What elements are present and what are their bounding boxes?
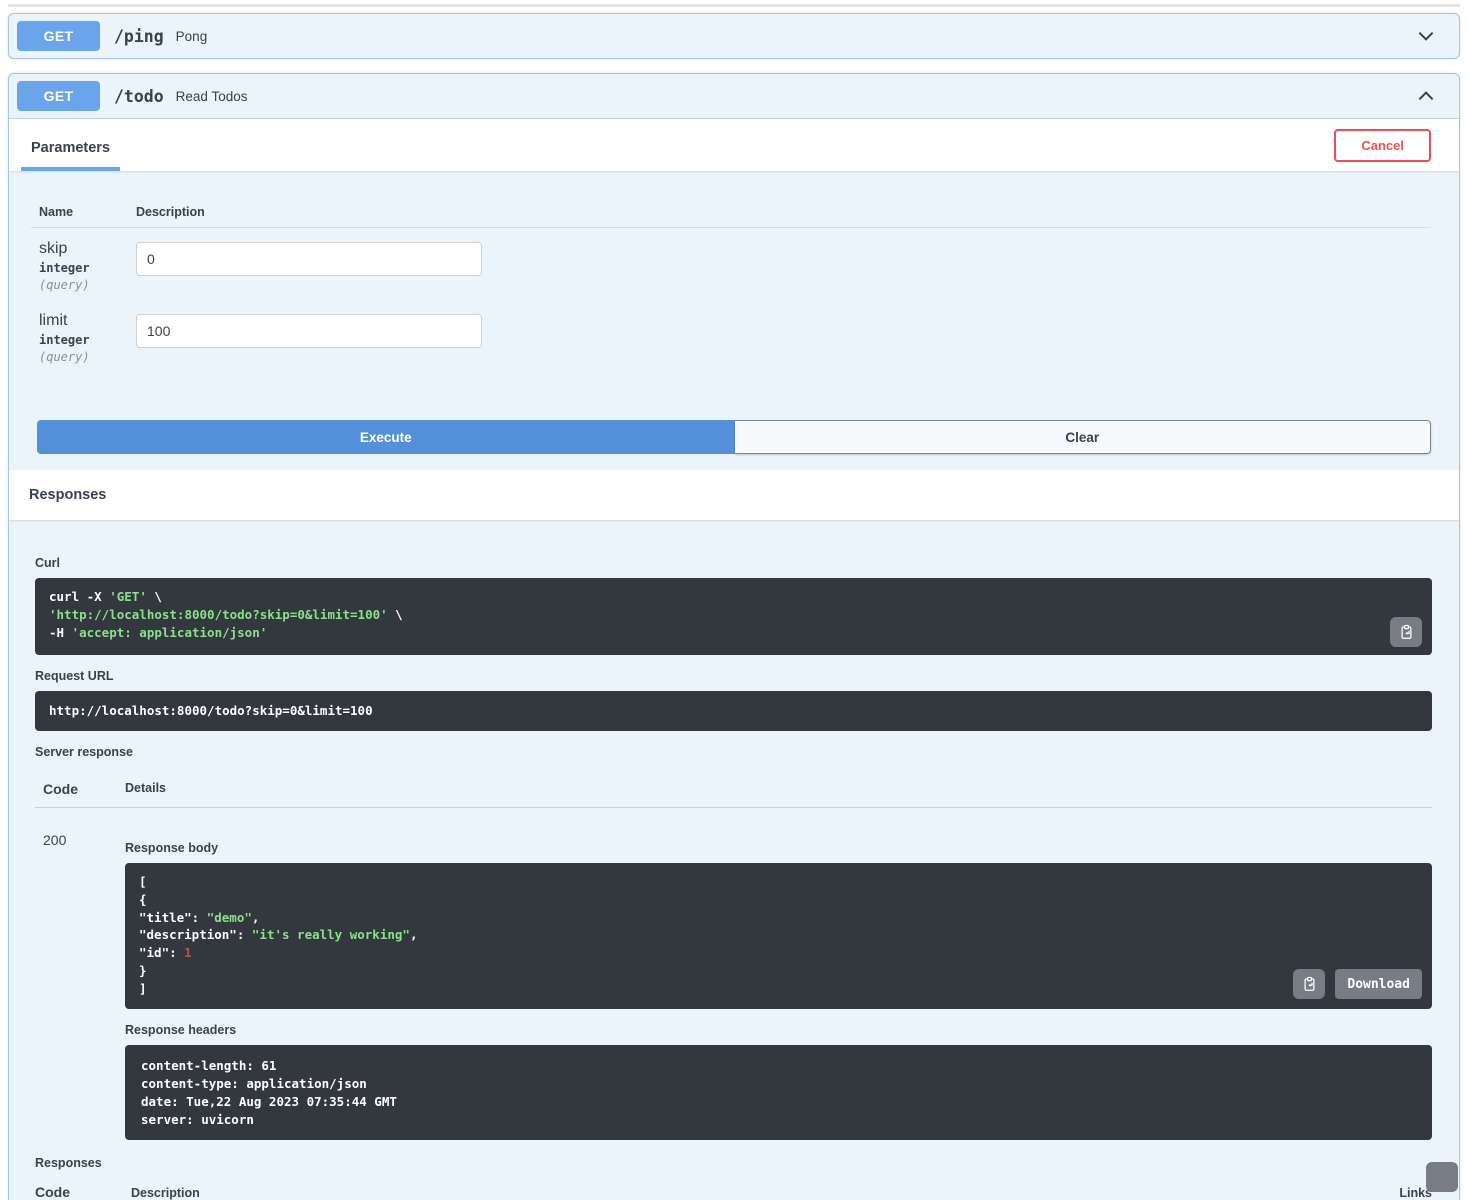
responses-title: Responses	[29, 487, 107, 503]
limit-input[interactable]	[136, 314, 482, 348]
param-row-limit: limit integer (query)	[31, 300, 1431, 364]
parameters-table: Name Description skip integer (query) li…	[9, 171, 1459, 364]
section-divider	[8, 4, 1460, 7]
curl-code-block: curl -X 'GET' \ 'http://localhost:8000/t…	[35, 578, 1432, 656]
response-body-label: Response body	[125, 841, 219, 855]
opblock-body: Parameters Cancel Name Description skip …	[9, 119, 1459, 1200]
opblock-todo-summary[interactable]: GET /todo Read Todos	[9, 74, 1459, 119]
responses-table-title: Responses	[35, 1156, 102, 1171]
request-url-label: Request URL	[35, 669, 114, 684]
request-url-value: http://localhost:8000/todo?skip=0&limit=…	[35, 691, 1432, 731]
name-column-header: Name	[39, 205, 74, 219]
response-body-actions: Download	[1293, 969, 1422, 1000]
opblock-ping: GET /ping Pong	[8, 13, 1460, 59]
server-response-row: 200 Response body [ { "title": "demo", "…	[35, 808, 1432, 1141]
execute-wrapper: Execute Clear	[37, 420, 1431, 454]
opblock-todo: GET /todo Read Todos Parameters Cancel N…	[8, 73, 1460, 1200]
documented-responses-table: Responses Code Description Links 200 Suc…	[35, 1156, 1432, 1200]
curl-label: Curl	[35, 556, 60, 570]
param-name: limit	[39, 312, 68, 329]
endpoint-summary: Read Todos	[175, 88, 248, 104]
status-code: 200	[43, 832, 67, 848]
server-response-label: Server response	[35, 745, 133, 759]
server-response-table-header: Code Details	[35, 767, 1432, 808]
code-column-header: Code	[35, 1184, 70, 1200]
clipboard-icon	[1304, 977, 1315, 992]
code-column-header: Code	[43, 781, 78, 797]
download-button[interactable]: Download	[1335, 969, 1422, 1000]
copy-to-clipboard-button[interactable]	[1293, 969, 1326, 1000]
method-badge-get: GET	[17, 21, 100, 51]
copy-to-clipboard-button[interactable]	[1390, 617, 1422, 648]
description-column-header: Description	[131, 1186, 200, 1200]
responses-table-header: Code Description Links	[35, 1184, 1432, 1200]
endpoint-path: /ping	[114, 26, 164, 46]
responses-section-header: Responses	[9, 470, 1459, 520]
details-column-header: Details	[125, 781, 166, 795]
cancel-button[interactable]: Cancel	[1334, 129, 1431, 162]
parameters-section-header: Parameters Cancel	[9, 119, 1459, 171]
param-type: integer	[39, 333, 90, 347]
copy-to-clipboard-button[interactable]	[1426, 1162, 1458, 1192]
endpoint-summary: Pong	[175, 28, 208, 44]
response-body-code-block: [ { "title": "demo", "description": "it'…	[125, 863, 1432, 1010]
clipboard-icon	[1401, 625, 1411, 640]
method-badge-get: GET	[17, 81, 100, 111]
execute-button[interactable]: Execute	[37, 420, 735, 454]
chevron-up-icon[interactable]	[1415, 85, 1437, 107]
param-location: (query)	[39, 350, 90, 364]
param-name: skip	[39, 240, 68, 257]
endpoint-path: /todo	[114, 86, 164, 106]
responses-content: Curl curl -X 'GET' \ 'http://localhost:8…	[9, 520, 1459, 1200]
param-type: integer	[39, 261, 90, 275]
response-headers-code-block: content-length: 61 content-type: applicat…	[125, 1045, 1432, 1141]
clear-button[interactable]: Clear	[734, 420, 1431, 454]
parameters-table-header: Name Description	[31, 205, 1431, 228]
chevron-down-icon[interactable]	[1415, 25, 1437, 47]
description-column-header: Description	[136, 205, 205, 219]
opblock-ping-summary[interactable]: GET /ping Pong	[9, 14, 1459, 58]
tab-parameters[interactable]: Parameters	[21, 136, 120, 171]
response-headers-label: Response headers	[125, 1023, 237, 1038]
param-location: (query)	[39, 278, 90, 292]
response-body-json: [ { "title": "demo", "description": "it'…	[139, 874, 418, 996]
skip-input[interactable]	[136, 242, 482, 276]
param-row-skip: skip integer (query)	[31, 228, 1431, 292]
